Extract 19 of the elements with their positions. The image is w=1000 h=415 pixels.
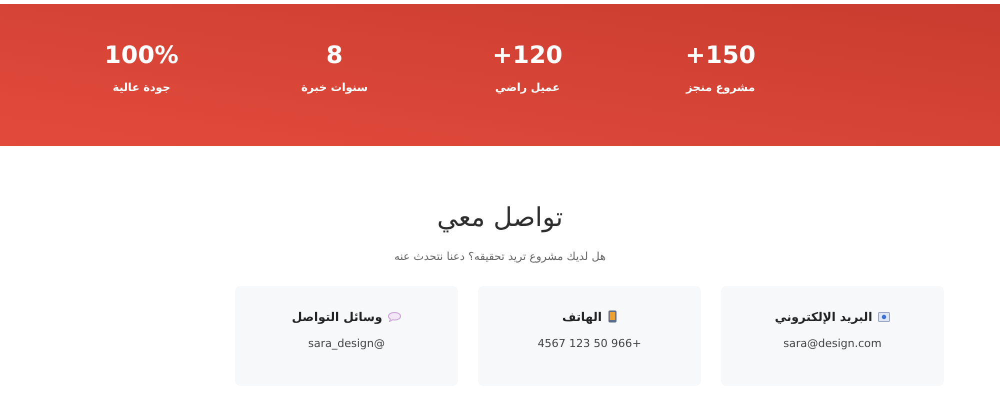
card-value: +966 50 123 4567 [538, 336, 642, 352]
stat-label: عميل راضي [495, 80, 560, 96]
card-title: وسائل التواصل [292, 308, 382, 326]
stat-label: سنوات خبرة [301, 80, 368, 96]
card-title: الهاتف [562, 308, 602, 326]
card-value: @sara_design [308, 336, 385, 352]
section-title: تواصل معي [436, 202, 564, 235]
phone-icon [608, 310, 617, 323]
stat-value: 150+ [685, 40, 756, 70]
stat-value: 100% [104, 40, 179, 70]
speech-bubble-icon [388, 312, 402, 322]
card-value: sara@design.com [783, 336, 882, 352]
stat-label: جودة عالية [112, 80, 170, 96]
envelope-icon [878, 312, 890, 322]
section-subtitle: هل لديك مشروع تريد تحقيقه؟ دعنا نتحدث عنه [394, 249, 606, 265]
stat-label: مشروع منجز [686, 80, 756, 96]
stat-value: 120+ [492, 40, 563, 70]
stat-value: 8 [326, 40, 343, 70]
card-title: البريد الإلكتروني [774, 308, 872, 326]
